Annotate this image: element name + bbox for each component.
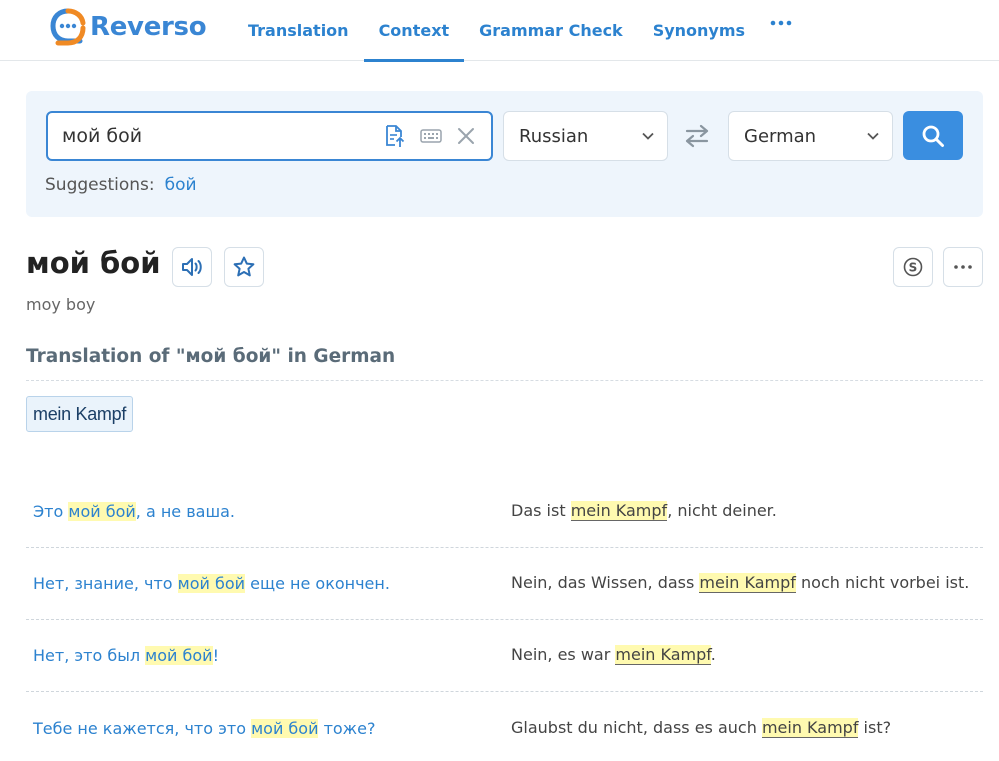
more-options-button[interactable] — [943, 247, 983, 287]
example-row: Нет, это был мой бой! Nein, es war mein … — [26, 644, 983, 692]
example-text: еще не окончен. — [245, 574, 390, 593]
example-text: Это — [33, 502, 69, 521]
search-input[interactable] — [62, 113, 362, 159]
search-box — [46, 111, 493, 161]
example-text: Nein, das Wissen, dass — [511, 573, 700, 592]
ellipsis-icon — [954, 265, 972, 269]
example-text: , nicht deiner. — [667, 501, 777, 520]
swap-languages-button[interactable] — [683, 124, 711, 148]
svg-text:S: S — [909, 261, 918, 275]
target-language-select[interactable]: German — [728, 111, 893, 161]
example-separator — [26, 547, 983, 548]
upload-document-icon — [386, 125, 405, 147]
speaker-icon — [182, 258, 202, 276]
example-row: Это мой бой, а не ваша. Das ist mein Kam… — [26, 500, 983, 548]
source-language-label: Russian — [519, 125, 589, 147]
example-text: Das ist — [511, 501, 571, 520]
example-text: Nein, es war — [511, 645, 616, 664]
close-icon — [458, 128, 474, 144]
example-highlight: mein Kampf — [761, 718, 859, 738]
example-separator — [26, 619, 983, 620]
nav-synonyms[interactable]: Synonyms — [638, 0, 760, 61]
example-highlight: mein Kampf — [615, 645, 711, 665]
reverso-logo-icon — [50, 8, 86, 46]
headword: мой бой — [26, 246, 161, 280]
example-text: ! — [212, 646, 219, 665]
top-header: Reverso Translation Context Grammar Chec… — [0, 0, 999, 62]
translation-chip[interactable]: mein Kampf — [26, 396, 134, 432]
example-text: Нет, это был — [33, 646, 146, 665]
example-highlight: мой бой — [145, 646, 213, 665]
example-separator — [26, 691, 983, 692]
example-source[interactable]: Нет, знание, что мой бой еще не окончен. — [33, 572, 493, 596]
nav-translation[interactable]: Translation — [233, 0, 364, 61]
chevron-down-icon — [642, 132, 654, 140]
keyboard-icon — [420, 129, 442, 143]
clear-search-button[interactable] — [453, 123, 479, 149]
swap-icon — [685, 124, 709, 148]
nav-grammar-check[interactable]: Grammar Check — [464, 0, 638, 61]
example-row: Нет, знание, что мой бой еще не окончен.… — [26, 572, 983, 620]
target-language-label: German — [744, 125, 817, 147]
example-text: noch nicht vorbei ist. — [795, 573, 970, 592]
suggestions: Suggestions: бой — [45, 175, 197, 195]
example-highlight: mein Kampf — [570, 501, 668, 521]
example-text: ist? — [858, 718, 892, 737]
search-button[interactable] — [903, 111, 963, 160]
search-panel: Russian German Suggestions: бой — [26, 91, 983, 217]
example-text: . — [710, 645, 716, 664]
source-language-select[interactable]: Russian — [503, 111, 668, 161]
transliteration: moy boy — [26, 295, 96, 314]
reverso-logo[interactable]: Reverso — [50, 8, 207, 46]
chevron-down-icon — [867, 132, 879, 140]
example-row: Тебе не кажется, что это мой бой тоже? G… — [26, 717, 983, 757]
skype-share-button[interactable]: S — [893, 247, 933, 287]
example-source[interactable]: Это мой бой, а не ваша. — [33, 500, 493, 524]
example-highlight: мой бой — [68, 502, 136, 521]
suggestion-link[interactable]: бой — [165, 175, 197, 195]
star-icon — [233, 256, 255, 277]
example-highlight: мой бой — [177, 574, 246, 593]
example-highlight: mein Kampf — [699, 573, 796, 593]
magnifier-icon — [922, 125, 944, 147]
nav-more-button[interactable] — [760, 0, 802, 53]
skype-icon: S — [903, 257, 923, 277]
example-target[interactable]: Glaubst du nicht, dass es auch mein Kamp… — [511, 716, 981, 740]
pronounce-button[interactable] — [172, 247, 212, 287]
example-source[interactable]: Тебе не кажется, что это мой бой тоже? — [33, 717, 493, 741]
divider — [26, 380, 983, 381]
example-text: тоже? — [318, 719, 376, 738]
upload-document-button[interactable] — [382, 123, 408, 149]
keyboard-button[interactable] — [418, 123, 444, 149]
brand-name: Reverso — [90, 12, 207, 42]
example-target[interactable]: Nein, es war mein Kampf. — [511, 643, 981, 667]
example-target[interactable]: Nein, das Wissen, dass mein Kampf noch n… — [511, 571, 981, 595]
suggestions-label: Suggestions: — [45, 175, 155, 195]
example-source[interactable]: Нет, это был мой бой! — [33, 644, 493, 668]
main-nav: Translation Context Grammar Check Synony… — [233, 0, 802, 62]
example-text: Тебе не кажется, что это — [33, 719, 252, 738]
example-text: Glaubst du nicht, dass es auch — [511, 718, 762, 737]
example-text: Нет, знание, что — [33, 574, 178, 593]
example-highlight: мой бой — [251, 719, 319, 738]
example-text: , а не ваша. — [135, 502, 235, 521]
favorite-button[interactable] — [224, 247, 264, 287]
example-target[interactable]: Das ist mein Kampf, nicht deiner. — [511, 499, 981, 523]
ellipsis-icon — [770, 20, 792, 25]
nav-context[interactable]: Context — [363, 0, 465, 62]
translation-section-title: Translation of "мой бой" in German — [26, 346, 396, 367]
